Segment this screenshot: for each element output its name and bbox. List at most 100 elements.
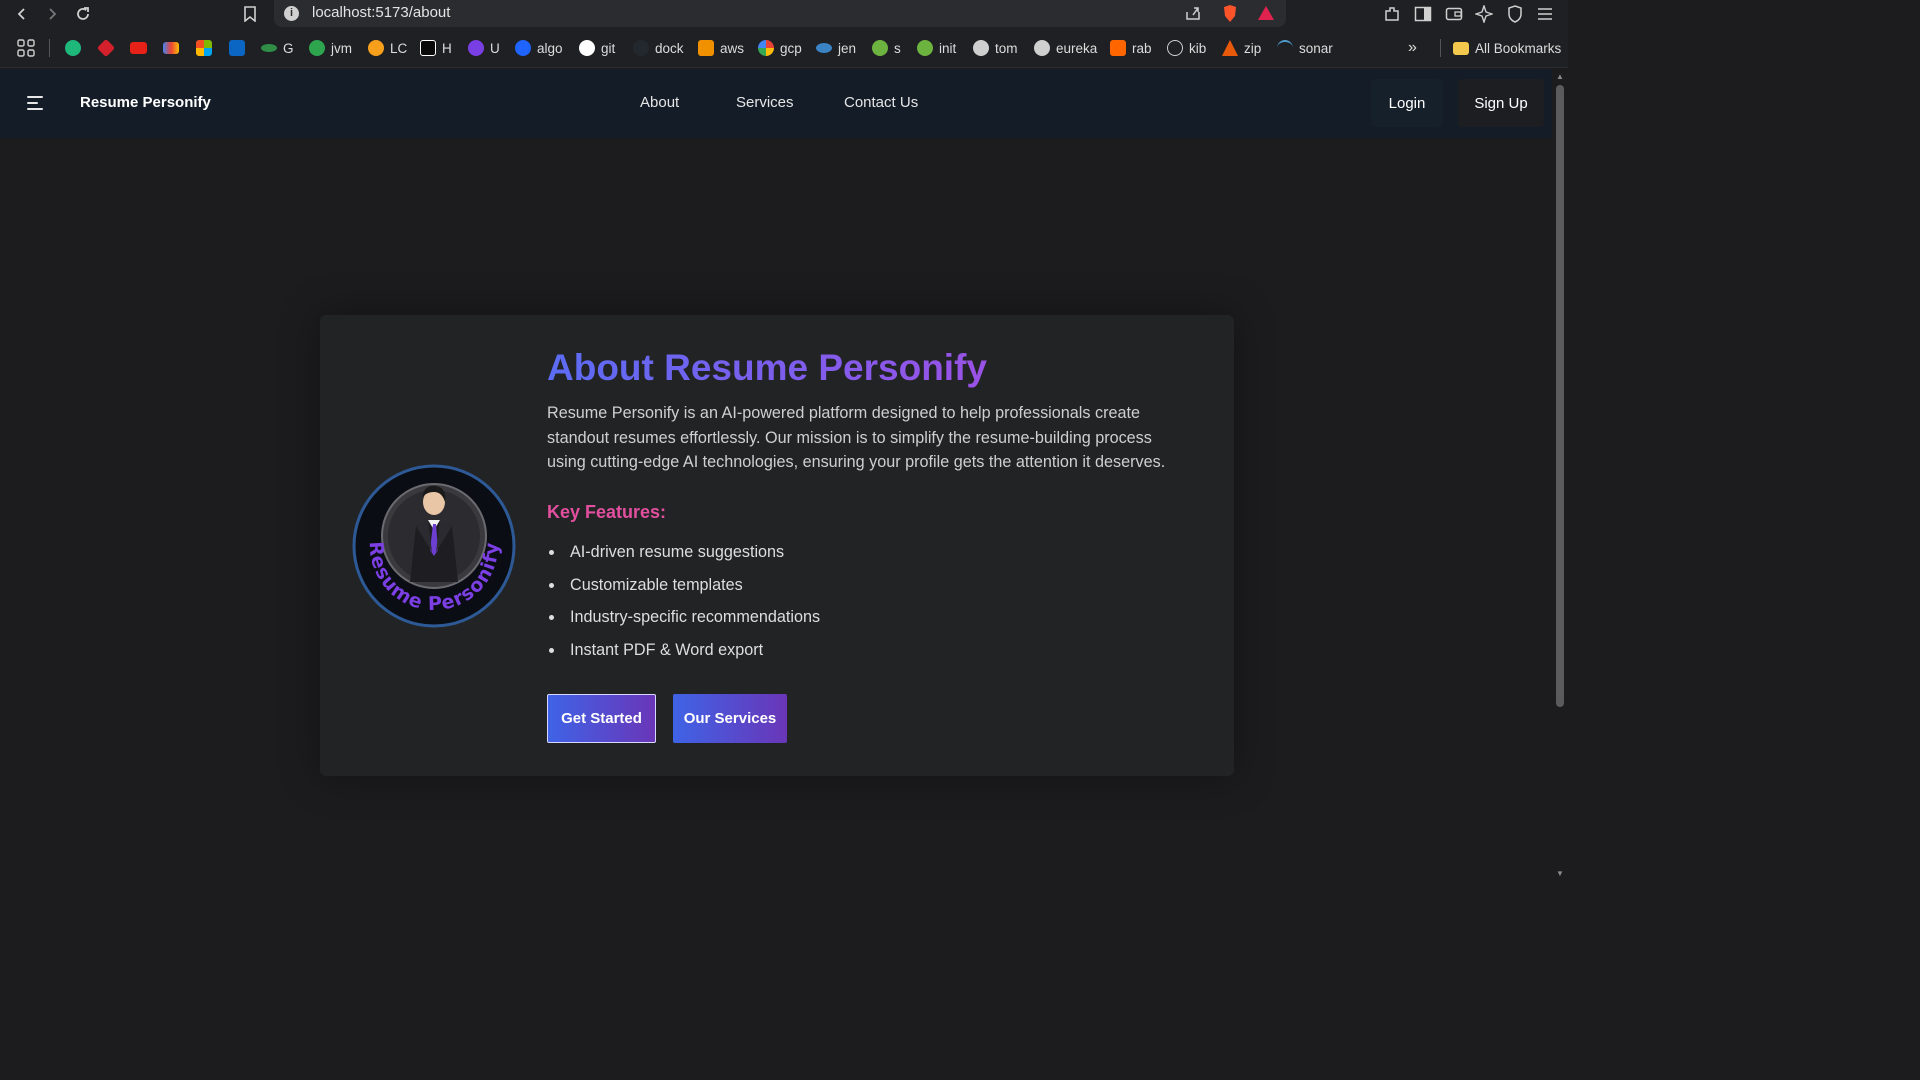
bookmark-favicon-icon [96, 38, 116, 58]
google-icon [758, 40, 774, 56]
brave-rewards-icon[interactable] [1257, 5, 1275, 26]
bookmark-favicon-icon [65, 40, 81, 56]
our-services-button[interactable]: Our Services [673, 694, 787, 743]
bookmark-label: G [283, 40, 294, 56]
about-description: Resume Personify is an AI-powered platfo… [547, 404, 1166, 471]
bookmark-item[interactable]: jen [816, 38, 856, 58]
bookmark-item[interactable]: kib [1167, 38, 1206, 58]
brave-shield-icon[interactable] [1222, 4, 1238, 28]
bookmark-item[interactable]: jvm [309, 38, 352, 58]
youtube-icon [130, 42, 147, 54]
geeksforgeeks-icon [261, 44, 277, 52]
aws-icon [698, 40, 714, 56]
nav-link-about[interactable]: About [640, 94, 679, 111]
microsoft-icon [196, 40, 212, 56]
vpn-icon[interactable] [1504, 3, 1526, 25]
bookmark-item[interactable]: git [579, 38, 615, 58]
bookmark-icon[interactable] [239, 3, 261, 25]
bookmark-item[interactable]: H [420, 38, 452, 58]
bookmark-item[interactable] [96, 38, 116, 58]
share-icon[interactable] [1184, 4, 1202, 27]
signup-button[interactable]: Sign Up [1458, 79, 1544, 127]
about-title: About Resume Personify [547, 347, 987, 388]
bookmark-label: tom [995, 40, 1018, 56]
nav-link-services[interactable]: Services [736, 94, 794, 111]
bookmark-item[interactable] [163, 38, 179, 58]
sidebar-icon[interactable] [1412, 3, 1434, 25]
linkedin-icon [229, 40, 245, 56]
bookmark-label: algo [537, 40, 563, 56]
site-info-icon[interactable]: i [284, 6, 299, 21]
bookmark-item[interactable]: rab [1110, 38, 1152, 58]
bookmark-label: rab [1132, 40, 1152, 56]
bookmark-label: s [894, 40, 901, 56]
scroll-down-icon[interactable]: ▼ [1555, 869, 1565, 879]
scroll-thumb[interactable] [1556, 85, 1564, 707]
bookmark-item[interactable]: aws [698, 38, 744, 58]
back-icon[interactable] [11, 3, 33, 25]
bookmark-label: jen [838, 40, 857, 56]
bookmark-item[interactable]: sonar [1277, 38, 1333, 58]
wallet-icon[interactable] [1443, 3, 1465, 25]
leo-ai-icon[interactable] [1473, 3, 1495, 25]
nav-link-contact[interactable]: Contact Us [844, 94, 918, 111]
bookmark-label: dock [655, 40, 684, 56]
app-navbar: Resume Personify About Services Contact … [0, 69, 1552, 138]
bookmarks-divider [49, 39, 50, 57]
reload-icon[interactable] [72, 3, 94, 25]
login-button[interactable]: Login [1371, 79, 1443, 127]
bookmark-item[interactable]: eureka [1034, 38, 1097, 58]
bookmark-label: init [939, 40, 957, 56]
bookmark-label: sonar [1299, 40, 1333, 56]
bookmark-item[interactable]: G [261, 38, 294, 58]
globe-icon [973, 40, 989, 56]
bookmark-label: zip [1244, 40, 1262, 56]
all-bookmarks-label: All Bookmarks [1475, 40, 1562, 56]
all-bookmarks[interactable]: All Bookmarks [1453, 38, 1561, 58]
kibana-icon [1167, 40, 1183, 56]
hackerrank-icon [420, 40, 436, 56]
bookmark-item[interactable]: algo [515, 38, 563, 58]
bookmark-item[interactable]: LC [368, 38, 407, 58]
bookmark-item[interactable] [229, 38, 245, 58]
bookmarks-divider [1440, 39, 1441, 57]
github-icon [579, 40, 595, 56]
feature-item: Customizable templates [547, 573, 820, 606]
more-bookmarks-icon[interactable]: » [1408, 38, 1417, 58]
extensions-icon[interactable] [1381, 3, 1403, 25]
bookmark-item[interactable] [196, 38, 212, 58]
bookmark-item[interactable]: s [872, 38, 901, 58]
bookmark-item[interactable] [65, 38, 81, 58]
folder-icon [1453, 41, 1469, 55]
bookmark-item[interactable]: tom [973, 38, 1018, 58]
zipkin-icon [1222, 40, 1238, 56]
bookmark-label: H [442, 40, 452, 56]
forward-icon[interactable] [41, 3, 63, 25]
bookmark-item[interactable]: gcp [758, 38, 802, 58]
bookmark-label: U [490, 40, 500, 56]
browser-toolbar: i localhost:5173/about [0, 0, 1568, 28]
url-text: localhost:5173/about [312, 4, 451, 21]
bookmark-item[interactable]: dock [633, 38, 684, 58]
scroll-up-icon[interactable]: ▲ [1555, 72, 1565, 82]
gmail-icon [163, 42, 179, 54]
bookmark-item[interactable]: init [917, 38, 956, 58]
page-scrollbar[interactable]: ▲ ▼ [1552, 69, 1568, 882]
bookmark-label: eureka [1056, 40, 1098, 56]
bookmark-item[interactable]: zip [1222, 38, 1261, 58]
hamburger-menu-icon[interactable] [27, 96, 43, 110]
bookmark-favicon-icon [309, 40, 325, 56]
get-started-button[interactable]: Get Started [547, 694, 656, 743]
bookmark-label: kib [1189, 40, 1207, 56]
address-bar[interactable]: i localhost:5173/about [274, 0, 1286, 27]
resume-personify-logo: Resume Personify [352, 464, 516, 628]
jenkins-icon [816, 43, 832, 53]
bookmark-item[interactable] [130, 38, 147, 58]
feature-item: Instant PDF & Word export [547, 638, 820, 671]
bookmark-item[interactable]: U [468, 38, 500, 58]
menu-icon[interactable] [1534, 3, 1556, 25]
leetcode-icon [368, 40, 384, 56]
spring-icon [872, 40, 888, 56]
brand-name[interactable]: Resume Personify [80, 94, 211, 111]
apps-grid-icon[interactable] [17, 38, 35, 58]
